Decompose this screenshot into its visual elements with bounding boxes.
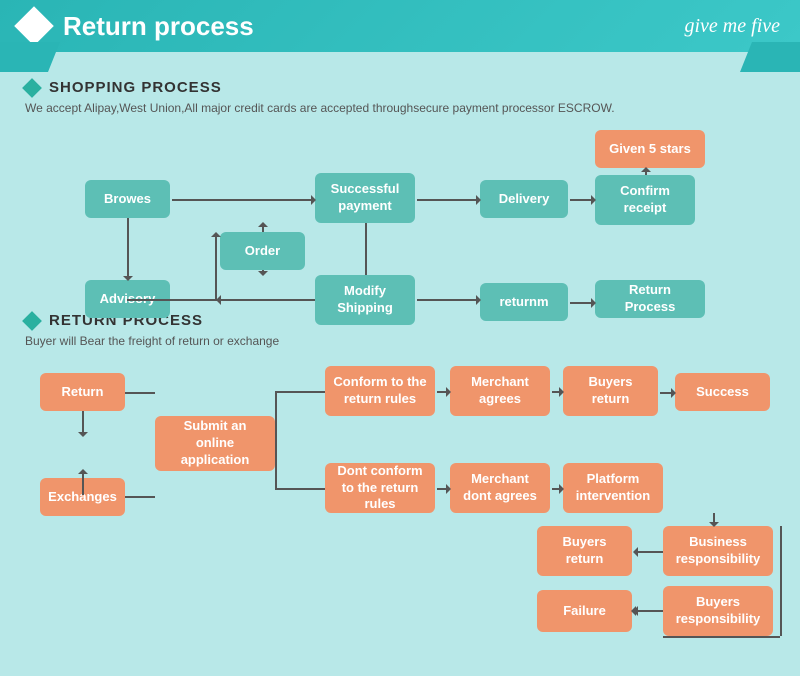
page-title: Return process <box>63 11 254 42</box>
main-content: SHOPPING PROCESS We accept Alipay,West U… <box>0 52 800 668</box>
arrow-ms-left <box>217 299 315 301</box>
returnm-box: returnm <box>480 283 568 321</box>
arrow-submit-down-h <box>275 488 325 490</box>
arrow-advisory-up <box>215 233 217 299</box>
arrow-buyers-success <box>660 392 675 394</box>
logo-text: give me five <box>685 15 781 38</box>
arrow-ms-returnm <box>417 299 480 301</box>
arrow-browes-down <box>127 218 129 280</box>
header-diamond-icon <box>14 6 54 46</box>
shopping-diamond-icon <box>22 78 42 98</box>
arrow-advisory-left <box>127 299 217 301</box>
arrow-payment-ms-v <box>365 223 367 275</box>
given-5-stars-box: Given 5 stars <box>595 130 705 168</box>
dont-conform-box: Dont conform to the return rules <box>325 463 435 513</box>
header: Return process give me five <box>0 0 800 52</box>
arrow-conform-merchant <box>437 391 450 393</box>
shopping-subtitle: We accept Alipay,West Union,All major cr… <box>25 101 775 115</box>
shopping-section-header: SHOPPING PROCESS <box>25 79 775 96</box>
shopping-flow: Given 5 stars Browes Successful payment … <box>25 125 775 300</box>
arrow-dont-merchant-dont <box>437 488 450 490</box>
submit-online-box: Submit an online application <box>155 416 275 471</box>
merchant-dont-box: Merchant dont agrees <box>450 463 550 513</box>
successful-payment-box: Successful payment <box>315 173 415 223</box>
arrow-business-buyers-resp-h <box>663 636 780 638</box>
modify-shipping-box: Modify Shipping <box>315 275 415 325</box>
arrow-exchanges-up <box>82 470 84 495</box>
return-btn-box: Return <box>40 373 125 411</box>
arrow-submit-v-down <box>275 444 277 488</box>
order-box: Order <box>220 232 305 270</box>
arrow-returnm-rp <box>570 302 595 304</box>
buyers-return1-box: Buyers return <box>563 366 658 416</box>
delivery-box: Delivery <box>480 180 568 218</box>
conform-rules-box: Conform to the return rules <box>325 366 435 416</box>
arrow-payment-delivery <box>417 199 480 201</box>
platform-box: Platform intervention <box>563 463 663 513</box>
arrow-platform-down <box>713 513 715 526</box>
arrow-order-down <box>262 270 264 275</box>
arrow-exchanges-right <box>125 496 155 498</box>
arrow-return-down <box>82 411 84 436</box>
arrow-merchant-dont-platform <box>552 488 563 490</box>
browes-box: Browes <box>85 180 170 218</box>
return-process-box: Return Process <box>595 280 705 318</box>
failure-box: Failure <box>537 590 632 632</box>
arrow-business-buyers2 <box>634 551 663 553</box>
buyers-return2-box: Buyers return <box>537 526 632 576</box>
arrow-business-buyers-resp-v <box>780 526 782 636</box>
success-box: Success <box>675 373 770 411</box>
arrow-confirm-stars <box>645 168 647 175</box>
business-resp-box: Business responsibility <box>663 526 773 576</box>
arrow-delivery-confirm <box>570 199 595 201</box>
buyers-resp-box: Buyers responsibility <box>663 586 773 636</box>
return-diamond-icon <box>22 311 42 331</box>
arrow-merchant-buyers <box>552 391 563 393</box>
return-subtitle: Buyer will Bear the freight of return or… <box>25 334 775 348</box>
return-flow: Return Exchanges Submit an online applic… <box>25 358 775 653</box>
arrow-browes-payment <box>172 199 315 201</box>
confirm-receipt-box: Confirm receipt <box>595 175 695 225</box>
arrow-submit-v-up <box>275 391 277 446</box>
merchant-agrees-box: Merchant agrees <box>450 366 550 416</box>
arrow-order-up <box>262 223 264 232</box>
arrow-buyers-resp-left <box>634 610 663 612</box>
shopping-title: SHOPPING PROCESS <box>49 79 222 96</box>
arrow-return-right <box>125 392 155 394</box>
